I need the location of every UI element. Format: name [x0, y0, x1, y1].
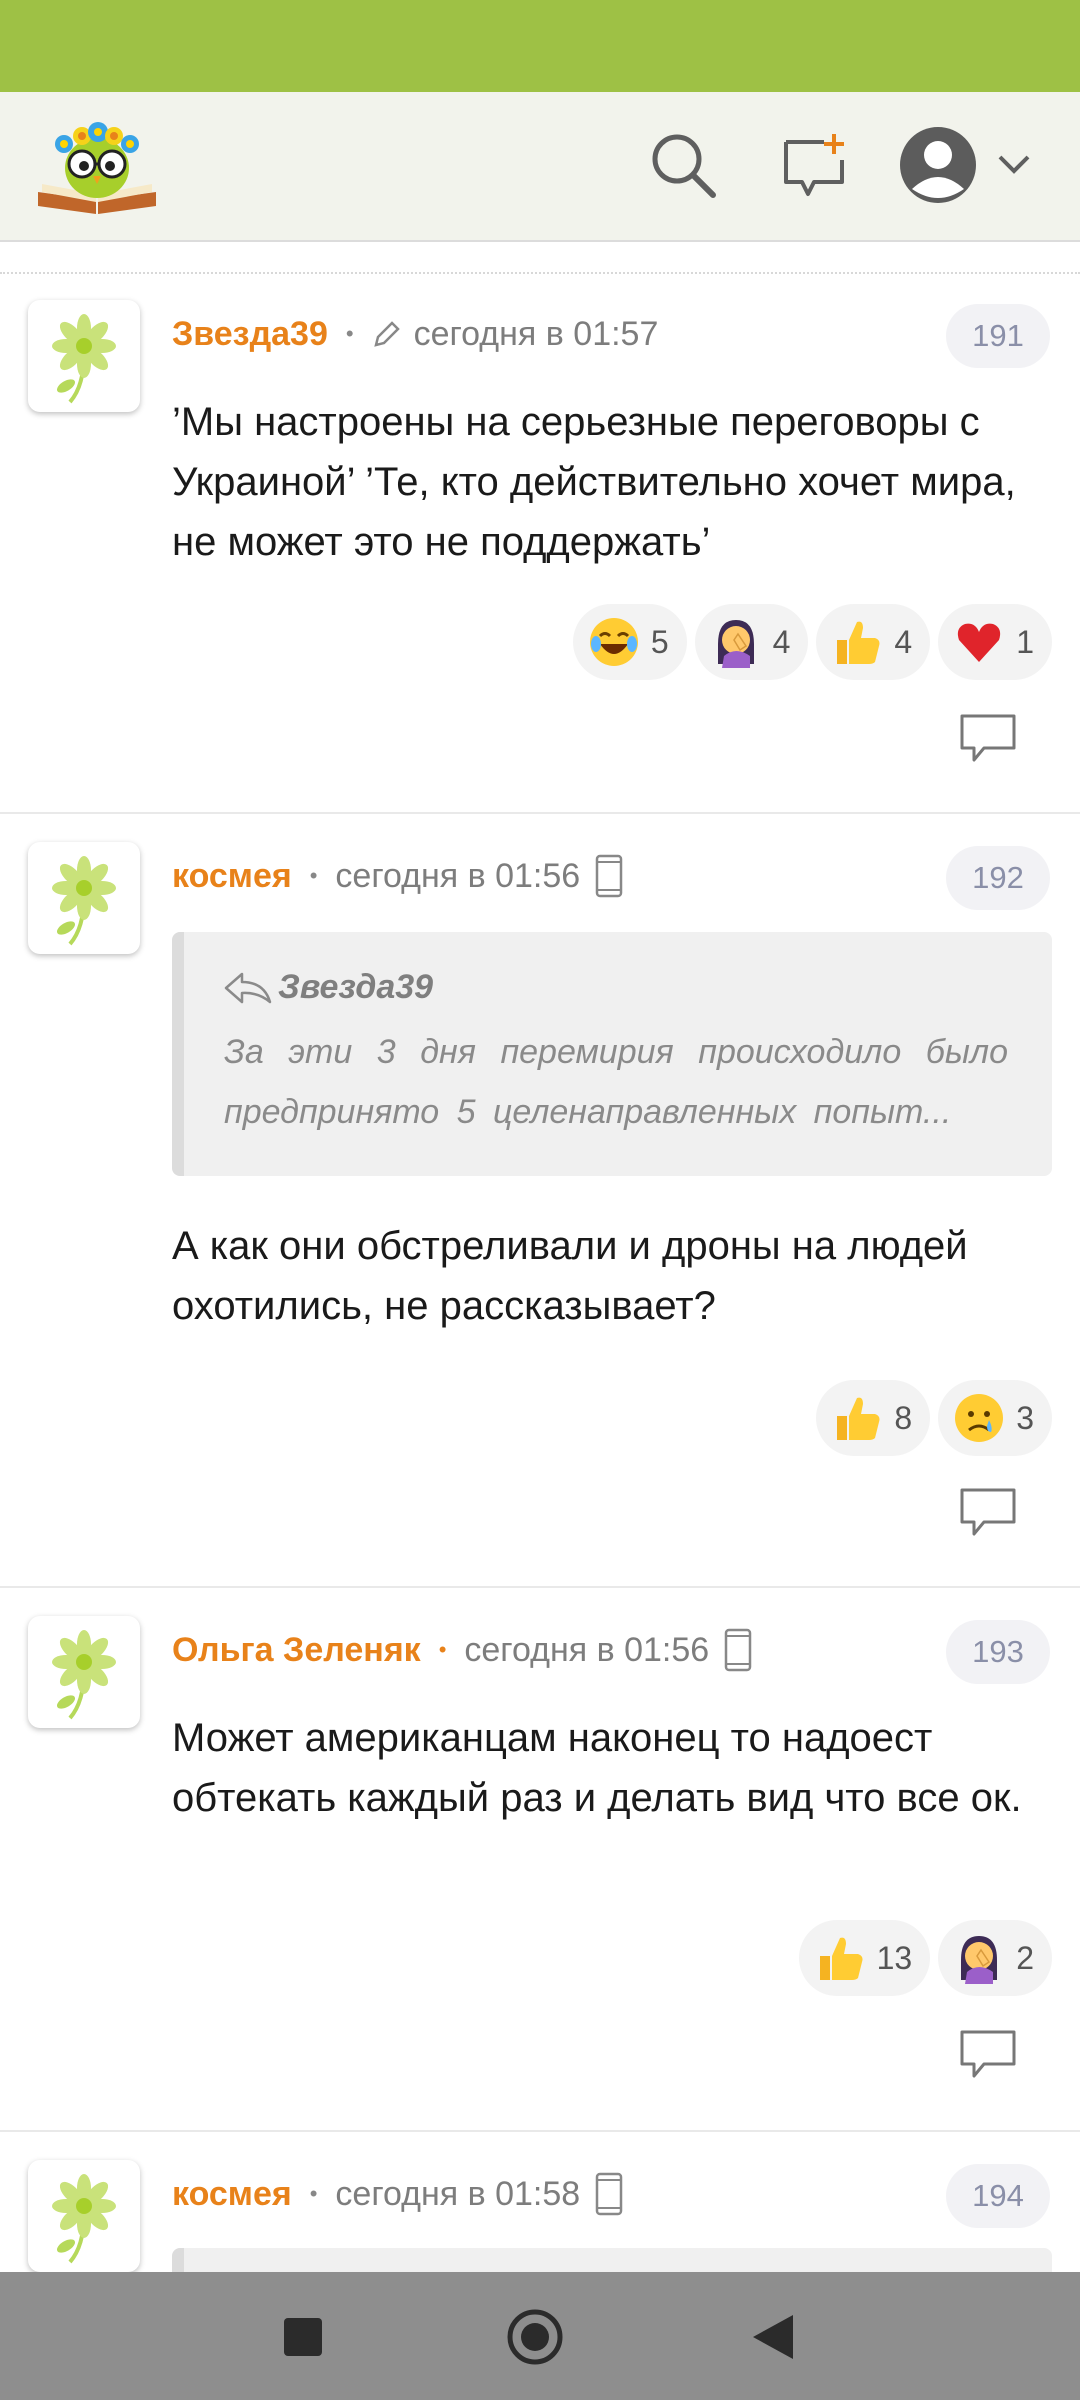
comment-number-badge[interactable]: 192 — [946, 846, 1050, 910]
reactions-bar: 8 3 — [816, 1380, 1052, 1456]
comment-item: космея • сегодня в 01:56 192 Звезда39 За… — [0, 816, 1080, 1588]
reply-icon[interactable] — [958, 2028, 1018, 2082]
facepalm-icon — [952, 1931, 1006, 1985]
owl-logo-icon[interactable] — [34, 110, 160, 222]
laughing-tears-icon — [587, 615, 641, 669]
home-icon[interactable] — [500, 2302, 570, 2372]
recent-apps-icon[interactable] — [268, 2302, 338, 2372]
reaction-count: 4 — [894, 623, 913, 660]
quoted-reply-box[interactable] — [172, 2248, 1052, 2272]
pencil-icon — [372, 319, 402, 349]
separator-dot: • — [438, 1637, 447, 1662]
system-nav-bar — [0, 2272, 1080, 2400]
comment-number-badge[interactable]: 191 — [946, 304, 1050, 368]
reaction-count: 4 — [772, 623, 791, 660]
author-name[interactable]: космея — [172, 2175, 292, 2214]
comments-feed[interactable]: Звезда39 • сегодня в 01:57 191 ’Мы настр… — [0, 244, 1080, 2272]
separator-dot: • — [309, 2181, 318, 2206]
reaction-count: 8 — [894, 1399, 913, 1436]
separator-dot: • — [345, 321, 354, 346]
reaction-facepalm[interactable]: 2 — [938, 1920, 1052, 1996]
comment-meta: Звезда39 • сегодня в 01:57 — [172, 308, 658, 360]
back-icon[interactable] — [738, 2302, 808, 2372]
flower-avatar-icon[interactable] — [28, 1616, 140, 1728]
separator-dot: • — [309, 863, 318, 888]
reaction-count: 13 — [876, 1939, 913, 1976]
reaction-count: 5 — [650, 623, 669, 660]
reaction-count: 1 — [1016, 623, 1034, 660]
reaction-laughing[interactable]: 5 — [572, 604, 687, 680]
comment-meta: Ольга Зеленяк • сегодня в 01:56 — [172, 1624, 753, 1676]
quote-text: За эти 3 дня перемирия происходило было … — [224, 1033, 1008, 1131]
comment-item: космея • сегодня в 01:58 194 — [0, 2134, 1080, 2272]
reaction-thumbs-up[interactable]: 13 — [798, 1920, 931, 1996]
comment-meta: космея • сегодня в 01:56 — [172, 850, 624, 902]
facepalm-icon — [709, 615, 763, 669]
reply-icon[interactable] — [958, 1486, 1018, 1540]
comment-time: сегодня в 01:58 — [335, 2174, 581, 2213]
user-avatar-icon — [900, 127, 976, 203]
new-message-icon[interactable] — [770, 120, 860, 210]
comment-number-badge[interactable]: 193 — [946, 1620, 1050, 1684]
quote-author: Звезда39 — [224, 968, 433, 1007]
comment-time: сегодня в 01:56 — [335, 856, 581, 895]
reaction-heart[interactable]: 1 — [938, 604, 1052, 680]
reaction-thumbs-up[interactable]: 8 — [816, 1380, 931, 1456]
flower-avatar-icon[interactable] — [28, 300, 140, 412]
author-name[interactable]: космея — [172, 857, 292, 896]
reaction-facepalm[interactable]: 4 — [694, 604, 809, 680]
comment-text: Может американцам наконец то надоест обт… — [172, 1716, 1022, 1820]
author-name[interactable]: Ольга Зеленяк — [172, 1631, 421, 1670]
red-heart-icon — [952, 615, 1006, 669]
reactions-bar: 5 4 4 1 — [572, 604, 1052, 680]
comment-time: сегодня в 01:56 — [464, 1630, 710, 1669]
user-menu-button[interactable] — [898, 120, 1048, 210]
reactions-bar: 13 2 — [798, 1920, 1052, 1996]
mobile-phone-icon — [594, 853, 624, 899]
quoted-reply-box[interactable]: Звезда39 За эти 3 дня перемирия происход… — [172, 932, 1052, 1176]
search-icon[interactable] — [638, 120, 728, 210]
author-name[interactable]: Звезда39 — [172, 315, 328, 354]
reply-icon[interactable] — [958, 712, 1018, 766]
thumbs-up-icon — [830, 1391, 884, 1445]
comment-time: сегодня в 01:57 — [413, 314, 659, 353]
thumbs-up-icon — [830, 615, 884, 669]
comment-meta: космея • сегодня в 01:58 — [172, 2168, 624, 2220]
comment-text: А как они обстреливали и дроны на людей … — [172, 1224, 968, 1328]
crying-face-icon — [952, 1391, 1006, 1445]
comment-text: ’Мы настроены на серьезные переговоры с … — [172, 400, 1016, 564]
reply-arrow-icon — [224, 972, 272, 1003]
comment-item: Звезда39 • сегодня в 01:57 191 ’Мы настр… — [0, 274, 1080, 814]
chevron-down-icon — [998, 155, 1030, 174]
quote-author-name: Звезда39 — [278, 968, 434, 1006]
thumbs-up-icon — [813, 1931, 867, 1985]
mobile-phone-icon — [594, 2171, 624, 2217]
reaction-count: 3 — [1016, 1399, 1034, 1436]
comment-number-badge[interactable]: 194 — [946, 2164, 1050, 2228]
reaction-count: 2 — [1016, 1939, 1034, 1976]
reaction-thumbs-up[interactable]: 4 — [816, 604, 931, 680]
mobile-phone-icon — [723, 1627, 753, 1673]
app-header — [0, 92, 1080, 242]
reaction-crying[interactable]: 3 — [938, 1380, 1052, 1456]
comment-item: Ольга Зеленяк • сегодня в 01:56 193 Може… — [0, 1590, 1080, 2132]
flower-avatar-icon[interactable] — [28, 2160, 140, 2272]
flower-avatar-icon[interactable] — [28, 842, 140, 954]
status-bar — [0, 0, 1080, 92]
